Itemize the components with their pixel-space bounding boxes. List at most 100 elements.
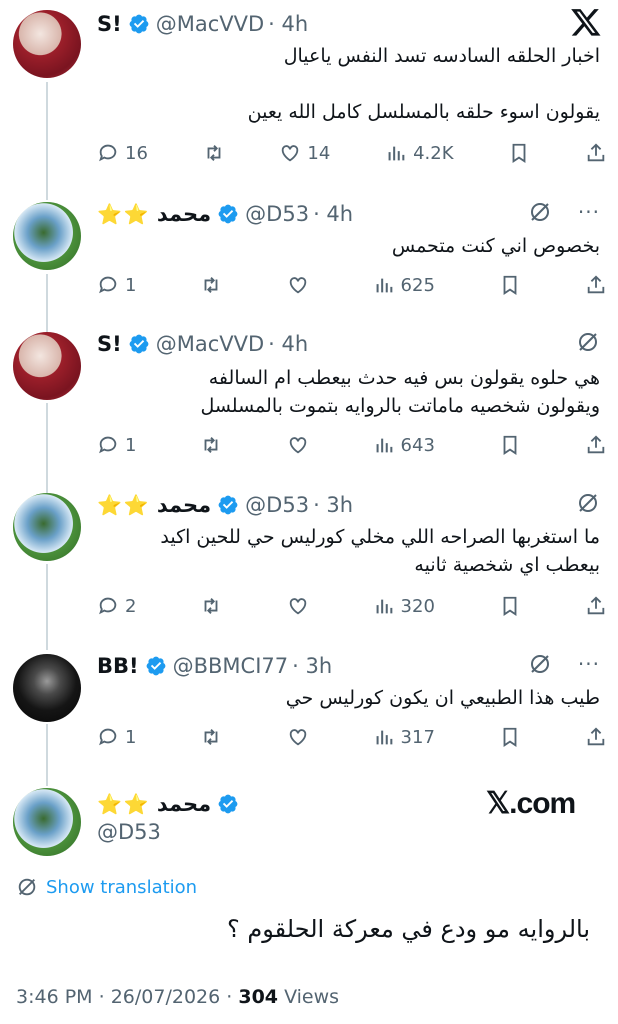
tweet[interactable]: S! @MacVVD · 4h هي حلوه يقولون بس فيه حد… bbox=[0, 328, 618, 488]
tweet-line: ما استغربها الصراحه اللي مخلي كورليس حي … bbox=[160, 526, 600, 548]
bookmark-button[interactable] bbox=[508, 138, 530, 168]
main-avatar[interactable] bbox=[13, 788, 81, 856]
reply-button[interactable]: 16 bbox=[97, 138, 148, 168]
view-count: 317 bbox=[400, 726, 435, 748]
retweet-icon bbox=[205, 277, 218, 293]
share-icon bbox=[587, 143, 605, 162]
reply-button[interactable]: 1 bbox=[97, 430, 136, 460]
grok-icon[interactable] bbox=[576, 491, 600, 515]
author-handle[interactable]: @D53 bbox=[245, 202, 309, 226]
share-icon bbox=[587, 435, 605, 454]
grok-icon[interactable] bbox=[576, 330, 600, 354]
tweet-line: يقولون اسوء حلقه بالمسلسل كامل الله يعين bbox=[247, 101, 600, 123]
views-button[interactable]: 320 bbox=[373, 591, 435, 621]
tweet[interactable]: BB! @BBMCI77 · 3h ··· طيب هذا الطبيعي ان… bbox=[0, 650, 618, 780]
verified-icon bbox=[218, 204, 238, 224]
tweet-time: · 4h bbox=[268, 332, 309, 356]
more-icon[interactable]: ··· bbox=[578, 200, 600, 224]
tweet-header: ⭐⭐ محمد @D53 · 3h bbox=[97, 489, 353, 521]
views-button[interactable]: 317 bbox=[373, 722, 435, 752]
views-button[interactable]: 643 bbox=[373, 430, 435, 460]
reply-button[interactable]: 1 bbox=[97, 722, 136, 752]
reply-count: 1 bbox=[125, 434, 137, 456]
tweet-text: ما استغربها الصراحه اللي مخلي كورليس حي … bbox=[160, 523, 600, 579]
bookmark-button[interactable] bbox=[499, 591, 521, 621]
like-button[interactable]: 14 bbox=[279, 138, 330, 168]
like-button[interactable] bbox=[287, 591, 309, 621]
like-button[interactable] bbox=[287, 270, 309, 300]
reply-icon bbox=[99, 276, 117, 294]
author-name[interactable]: BB! bbox=[97, 654, 139, 678]
reply-button[interactable]: 2 bbox=[97, 591, 136, 621]
verified-icon bbox=[146, 656, 165, 676]
views-label: Views bbox=[284, 986, 340, 1008]
like-icon bbox=[289, 437, 306, 454]
retweet-icon bbox=[207, 145, 221, 161]
tweet[interactable]: ⭐⭐ محمد @D53 · 4h ··· بخصوص اني كنت متحم… bbox=[0, 198, 618, 328]
author-name[interactable]: S! bbox=[97, 12, 122, 36]
bookmark-button[interactable] bbox=[499, 722, 521, 752]
views-icon bbox=[376, 599, 392, 614]
share-button[interactable] bbox=[585, 722, 607, 752]
author-name[interactable]: محمد bbox=[157, 493, 211, 517]
retweet-button[interactable] bbox=[203, 138, 225, 168]
retweet-button[interactable] bbox=[200, 722, 222, 752]
tweet-line: هي حلوه يقولون بس فيه حدث بيعطب ام السال… bbox=[208, 367, 600, 389]
share-button[interactable] bbox=[585, 270, 607, 300]
verified-icon bbox=[129, 334, 149, 354]
reply-icon bbox=[99, 728, 117, 746]
tweet[interactable]: S! @MacVVD · 4h اخبار الحلقه السادسه تسد… bbox=[0, 6, 618, 186]
star-emoji: ⭐⭐ bbox=[97, 493, 151, 517]
bookmark-button[interactable] bbox=[499, 430, 521, 460]
avatar[interactable] bbox=[13, 654, 81, 722]
views-button[interactable]: 625 bbox=[373, 270, 435, 300]
author-handle[interactable]: @MacVVD bbox=[156, 332, 264, 356]
retweet-button[interactable] bbox=[200, 430, 222, 460]
tweet-time: · 4h bbox=[268, 12, 309, 36]
views-button[interactable]: 4.2K bbox=[385, 138, 454, 168]
reply-count: 2 bbox=[125, 595, 137, 617]
like-count: 14 bbox=[307, 142, 331, 164]
reply-icon bbox=[99, 144, 117, 162]
author-handle[interactable]: @BBMCI77 bbox=[173, 654, 289, 678]
reply-button[interactable]: 1 bbox=[97, 270, 136, 300]
author-handle[interactable]: @D53 bbox=[97, 820, 161, 844]
reply-icon bbox=[99, 436, 117, 454]
action-bar: 2 320 bbox=[97, 591, 607, 621]
author-name[interactable]: S! bbox=[97, 332, 122, 356]
more-icon[interactable]: ··· bbox=[578, 652, 600, 676]
avatar[interactable] bbox=[13, 202, 81, 270]
author-name[interactable]: محمد bbox=[157, 202, 211, 226]
separator: · bbox=[98, 986, 111, 1008]
tweet-time: · 3h bbox=[313, 493, 354, 517]
avatar[interactable] bbox=[13, 10, 81, 78]
avatar[interactable] bbox=[13, 493, 81, 561]
post-time[interactable]: 3:46 PM bbox=[16, 986, 93, 1008]
retweet-button[interactable] bbox=[200, 270, 222, 300]
share-button[interactable] bbox=[585, 138, 607, 168]
action-bar: 1 317 bbox=[97, 722, 607, 752]
share-button[interactable] bbox=[585, 591, 607, 621]
tweet-text: هي حلوه يقولون بس فيه حدث بيعطب ام السال… bbox=[200, 364, 600, 420]
grok-icon[interactable] bbox=[528, 652, 552, 676]
tweet-time: · 4h bbox=[313, 202, 354, 226]
bookmark-icon bbox=[503, 596, 517, 616]
tweet-line: بيعطب اي شخصية ثانيه bbox=[414, 554, 600, 576]
view-count: 320 bbox=[400, 595, 435, 617]
star-emoji: ⭐⭐ bbox=[97, 202, 151, 226]
avatar[interactable] bbox=[13, 332, 81, 400]
retweet-button[interactable] bbox=[200, 591, 222, 621]
tweet[interactable]: ⭐⭐ محمد @D53 · 3h ما استغربها الصراحه ال… bbox=[0, 489, 618, 649]
post-date[interactable]: 26/07/2026 bbox=[111, 986, 221, 1008]
grok-icon[interactable] bbox=[528, 200, 552, 224]
share-button[interactable] bbox=[585, 430, 607, 460]
translate-icon bbox=[18, 878, 36, 896]
bookmark-button[interactable] bbox=[499, 270, 521, 300]
author-name[interactable]: محمد bbox=[157, 792, 211, 816]
author-handle[interactable]: @MacVVD bbox=[156, 12, 264, 36]
like-button[interactable] bbox=[287, 722, 309, 752]
like-button[interactable] bbox=[287, 430, 309, 460]
author-handle[interactable]: @D53 bbox=[245, 493, 309, 517]
tweet-time: · 3h bbox=[292, 654, 333, 678]
show-translation-link[interactable]: Show translation bbox=[16, 876, 197, 898]
